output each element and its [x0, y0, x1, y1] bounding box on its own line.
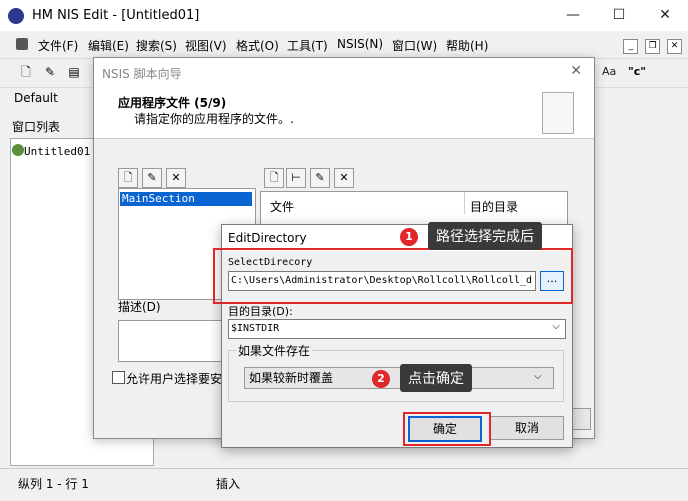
add-file-icon[interactable]: 🗋 — [264, 168, 284, 188]
dest-dir-select[interactable]: $INSTDIR — [228, 319, 566, 339]
minimize-icon[interactable]: — — [550, 0, 596, 31]
annotation-callout-1: 路径选择完成后 — [428, 222, 542, 250]
editdir-title: EditDirectory — [228, 231, 307, 245]
edit-file-icon[interactable]: ✎ — [310, 168, 330, 188]
menubar: 文件(F) 编辑(E) 搜索(S) 视图(V) 格式(O) 工具(T) NSIS… — [0, 33, 688, 57]
wizard-close-icon[interactable]: ✕ — [570, 63, 582, 79]
close-icon[interactable]: ✕ — [642, 0, 688, 31]
mdi-close-icon[interactable]: ✕ — [667, 39, 682, 54]
annotation-callout-2: 点击确定 — [400, 364, 472, 392]
menu-help[interactable]: 帮助(H) — [446, 37, 488, 54]
section-item-main[interactable]: MainSection — [120, 192, 252, 206]
column-separator — [464, 192, 465, 214]
chevron-down-icon[interactable]: ⌵ — [552, 321, 560, 332]
mdi-restore-icon[interactable]: ❐ — [645, 39, 661, 54]
document-icon — [542, 92, 574, 134]
mdi-minimize-icon[interactable]: _ — [623, 39, 639, 54]
text-format-icon[interactable]: Aa — [602, 65, 616, 78]
cancel-button[interactable]: 取消 — [490, 416, 564, 440]
annotation-box-ok — [403, 412, 491, 446]
style-combo[interactable]: Default — [14, 88, 90, 108]
menu-view[interactable]: 视图(V) — [185, 37, 227, 54]
wizard-next-button[interactable] — [571, 408, 591, 430]
menu-search[interactable]: 搜索(S) — [136, 37, 177, 54]
menu-nsis[interactable]: NSIS(N) — [337, 37, 383, 51]
annotation-badge-1: 1 — [400, 228, 418, 246]
dest-dir-label: 目的目录(D): — [228, 305, 293, 318]
delete-file-icon[interactable]: ✕ — [334, 168, 354, 188]
wizard-step-title: 应用程序文件 (5/9) — [118, 96, 227, 110]
overwrite-select[interactable]: 如果较新时覆盖 — [244, 367, 554, 389]
annotation-badge-2: 2 — [372, 370, 390, 388]
window-list-label: 窗口列表 — [12, 120, 61, 134]
column-header-file[interactable]: 文件 — [270, 198, 294, 215]
template-icon[interactable]: ▤ — [66, 64, 82, 80]
menu-window[interactable]: 窗口(W) — [392, 37, 437, 54]
doc-menu-icon[interactable] — [16, 38, 28, 50]
file-exists-label: 如果文件存在 — [236, 342, 313, 359]
edit-section-icon[interactable]: ✎ — [142, 168, 162, 188]
status-position: 纵列 1 - 行 1 — [18, 477, 89, 491]
wizard-icon[interactable]: ✎ — [42, 64, 58, 80]
statusbar — [0, 468, 688, 501]
new-file-icon[interactable]: 🗋 — [18, 64, 34, 80]
new-section-icon[interactable]: 🗋 — [118, 168, 138, 188]
app-title: HM NIS Edit - [Untitled01] — [32, 8, 200, 23]
menu-format[interactable]: 格式(O) — [236, 37, 279, 54]
globe-icon — [12, 144, 24, 156]
wizard-step-subtitle: 请指定你的应用程序的文件。. — [134, 112, 294, 126]
quote-icon[interactable]: "c" — [628, 65, 646, 78]
menu-edit[interactable]: 编辑(E) — [88, 37, 129, 54]
allow-select-checkbox[interactable] — [112, 371, 125, 384]
annotation-box-path — [213, 248, 573, 304]
tree-item-untitled01[interactable]: Untitled01 — [24, 145, 90, 158]
chevron-down-icon[interactable]: ⌵ — [534, 371, 542, 382]
allow-select-label: 允许用户选择要安 — [126, 372, 223, 386]
wizard-title: NSIS 脚本向导 — [102, 67, 182, 81]
menu-tools[interactable]: 工具(T) — [287, 37, 328, 54]
delete-section-icon[interactable]: ✕ — [166, 168, 186, 188]
menu-file[interactable]: 文件(F) — [38, 37, 78, 54]
description-label: 描述(D) — [118, 300, 161, 314]
column-header-dest[interactable]: 目的目录 — [470, 198, 518, 215]
app-icon — [8, 8, 24, 24]
mdi-controls: _ ❐ ✕ — [620, 37, 682, 54]
maximize-icon[interactable]: ☐ — [596, 0, 642, 31]
status-mode: 插入 — [216, 477, 241, 491]
add-dir-icon[interactable]: ⊢ — [286, 168, 306, 188]
